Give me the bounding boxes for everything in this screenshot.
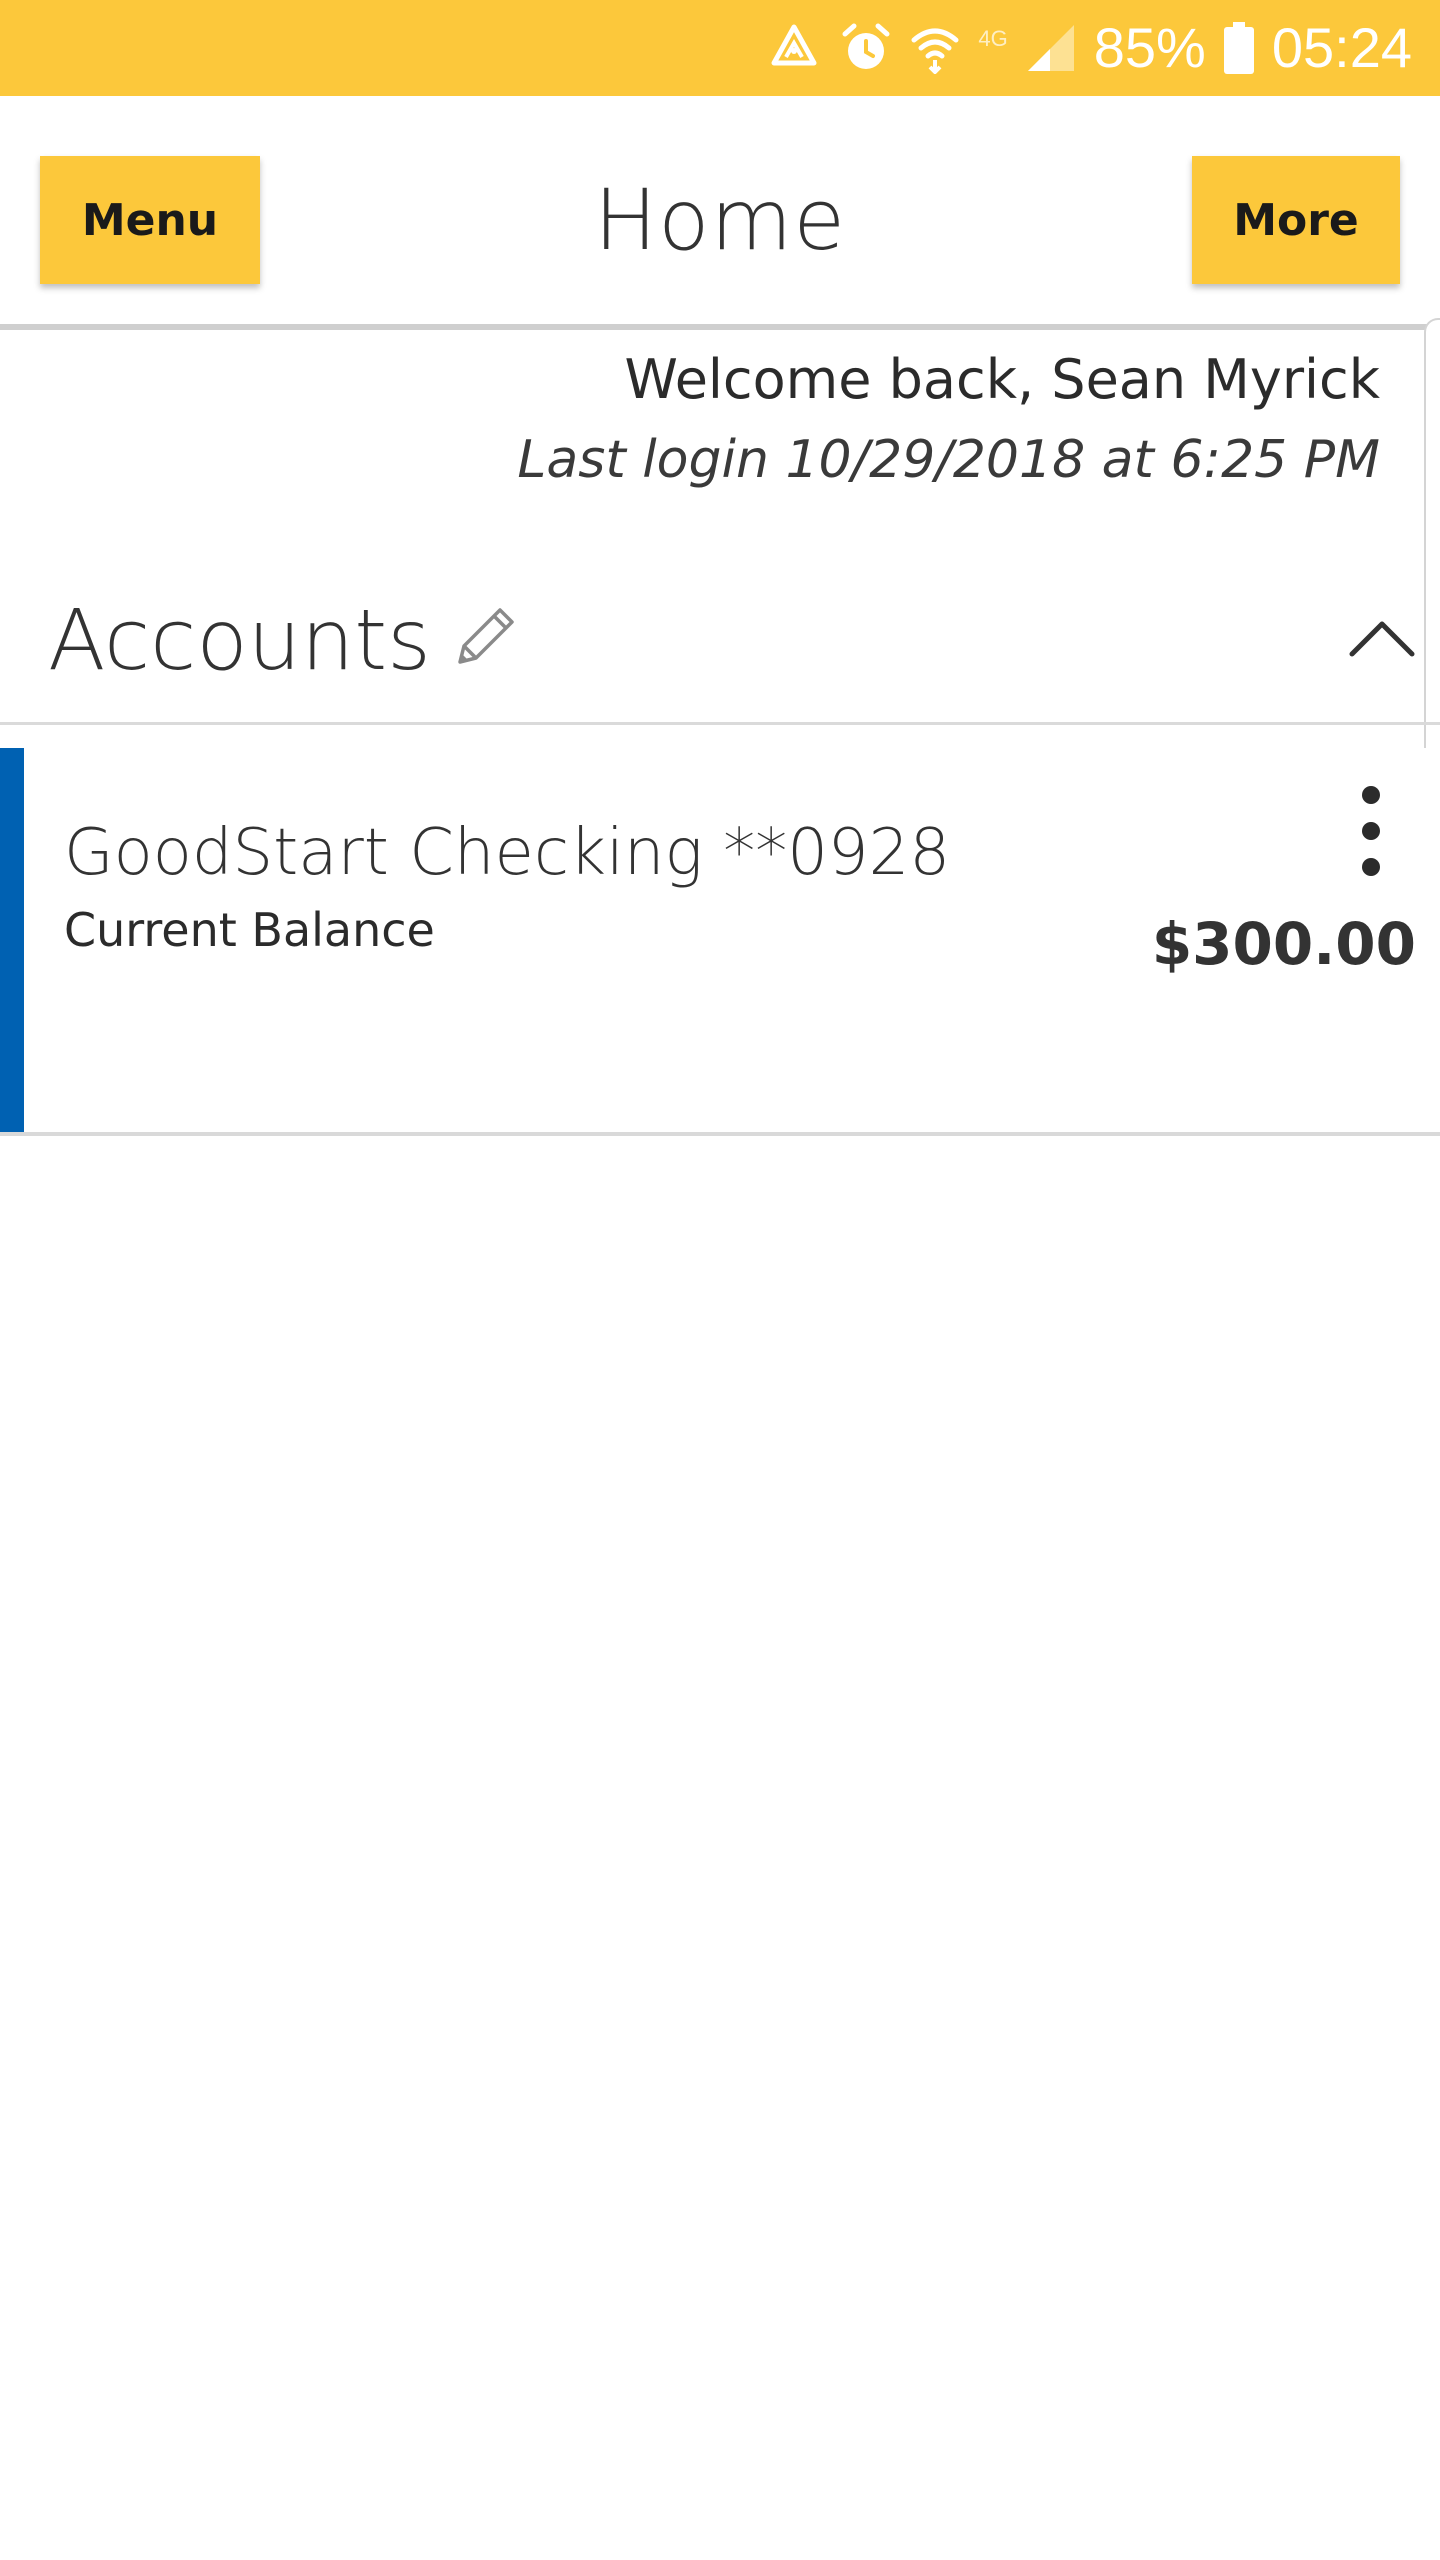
wifi-icon [910,22,960,74]
account-options-button[interactable] [1336,778,1406,888]
account-row[interactable]: GoodStart Checking **0928 Current Balanc… [0,748,1440,1134]
welcome-message: Welcome back, Sean Myrick [624,348,1380,411]
app-header: Menu Home More [0,96,1440,326]
alarm-icon [840,22,892,74]
more-button[interactable]: More [1192,156,1400,284]
balance-amount: $300.00 [1151,910,1416,978]
status-bar: 4G 85% 05:24 [0,0,1440,96]
balance-label: Current Balance [64,903,435,957]
welcome-panel: Welcome back, Sean Myrick Last login 10/… [517,340,1380,500]
network-type-label: 4G [978,26,1008,51]
collapse-accounts-button[interactable] [1344,602,1420,678]
recycle-alert-icon [766,23,822,73]
clock: 05:24 [1271,16,1412,79]
edit-accounts-button[interactable] [444,596,528,680]
battery-icon [1223,22,1254,74]
accounts-divider [0,722,1440,725]
last-login-text: Last login 10/29/2018 at 6:25 PM [517,430,1380,490]
account-accent-bar [0,748,24,1134]
chevron-up-icon [1348,618,1416,662]
pencil-icon [450,600,522,676]
battery-percent: 85% [1093,16,1206,79]
account-name: GoodStart Checking **0928 [64,816,951,890]
account-divider [0,1132,1440,1136]
accounts-title: Accounts [48,591,431,689]
signal-icon [1026,23,1076,73]
menu-button[interactable]: Menu [40,156,260,284]
status-icons: 4G 85% 05:24 [766,0,1412,96]
accounts-section-header: Accounts [0,560,1440,724]
header-divider [0,324,1440,330]
kebab-menu-icon [1359,783,1383,883]
